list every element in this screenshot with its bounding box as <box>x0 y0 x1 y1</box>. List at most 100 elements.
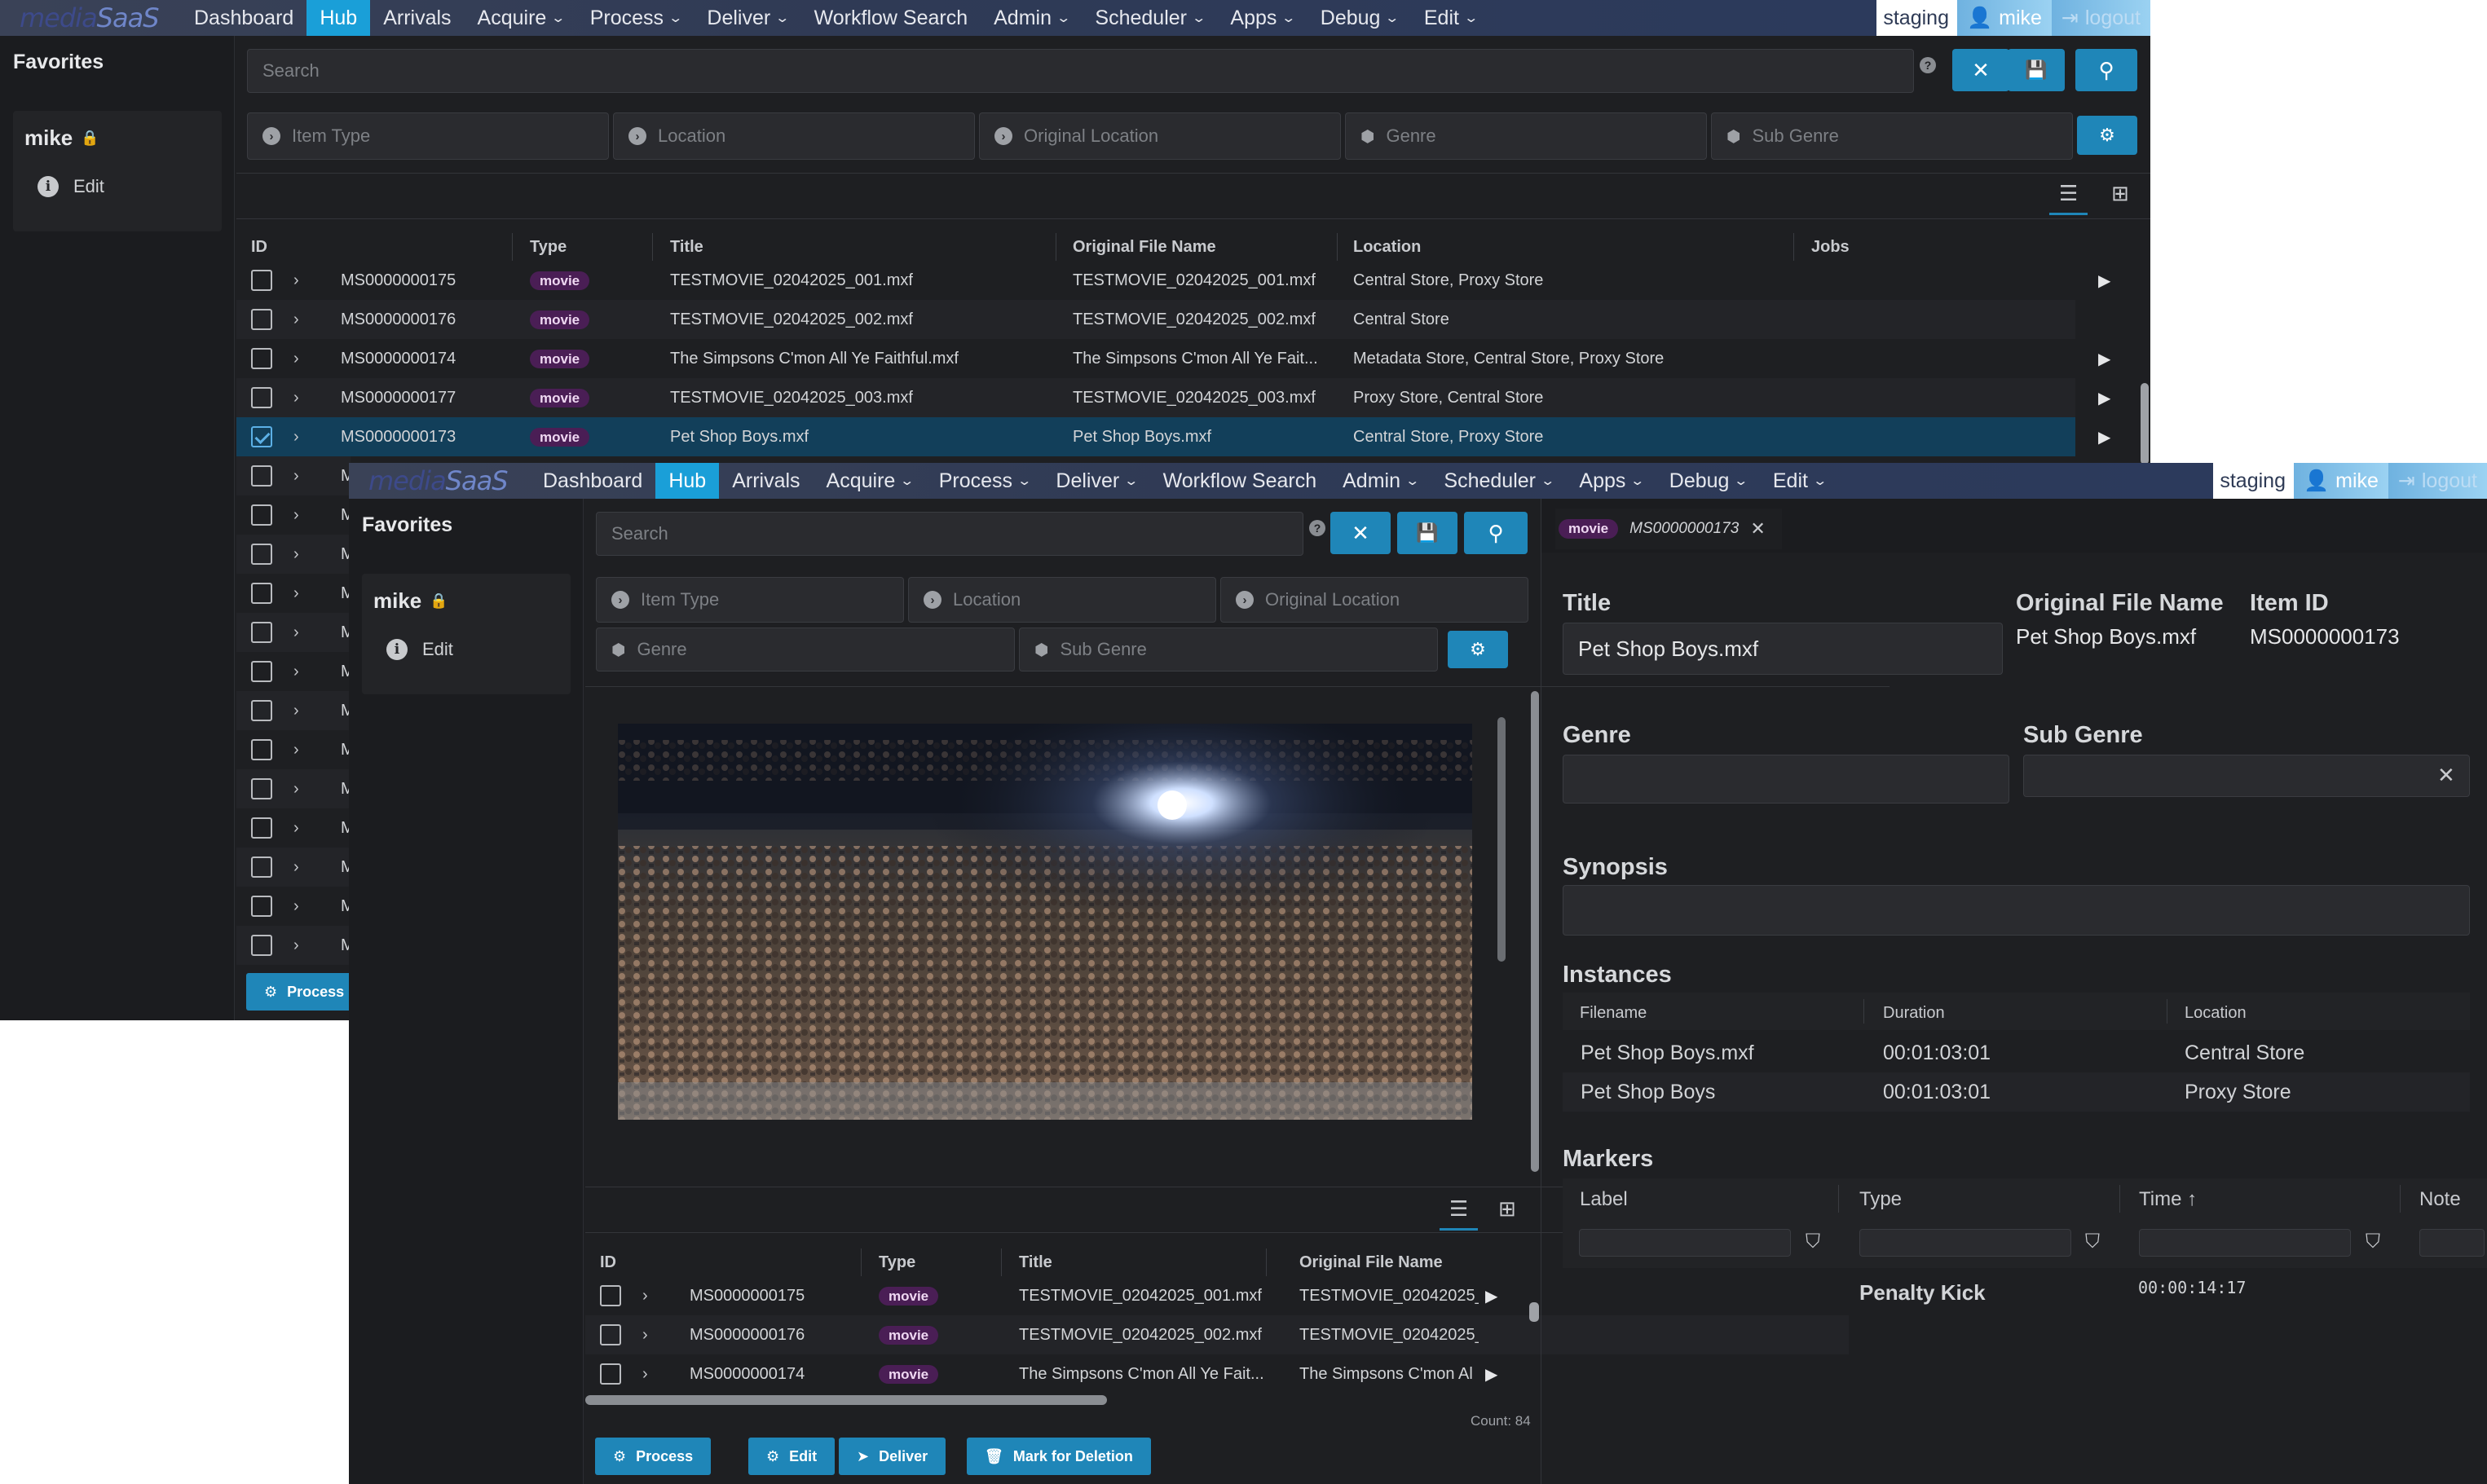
search-input[interactable]: Search <box>247 49 1914 93</box>
table-row[interactable]: › MS0000000174 movie The Simpsons C'mon … <box>236 339 2110 378</box>
panel-scrollbar[interactable] <box>1531 691 1539 1172</box>
search-input[interactable]: Search <box>596 512 1303 556</box>
nav-hub[interactable]: Hub <box>306 0 371 36</box>
nav-deliver[interactable]: Deliver ⌄ <box>1043 463 1149 499</box>
list-view-icon[interactable]: ☰ <box>1440 1196 1479 1231</box>
table-row[interactable]: › M <box>236 535 355 574</box>
expand-row-icon[interactable]: › <box>293 271 299 290</box>
nav-arrivals[interactable]: Arrivals <box>719 463 813 499</box>
row-checkbox[interactable] <box>600 1363 621 1385</box>
column-header-original-file-name[interactable]: Original File Name <box>1073 238 1216 257</box>
expand-row-icon[interactable]: › <box>293 428 299 447</box>
nav-apps[interactable]: Apps ⌄ <box>1566 463 1656 499</box>
detail-tab[interactable]: movie MS0000000173 ✕ <box>1555 509 1782 549</box>
table-row[interactable]: › M <box>236 730 355 769</box>
table-row[interactable]: › M <box>236 652 355 691</box>
column-separator[interactable] <box>1863 999 1864 1024</box>
column-separator[interactable] <box>1266 1248 1267 1276</box>
edit-button[interactable]: ⚙ Edit <box>748 1438 836 1475</box>
play-icon[interactable]: ▶ <box>2098 349 2110 369</box>
search-button[interactable]: ⚲ <box>2075 49 2137 91</box>
nav-hub[interactable]: Hub <box>655 463 720 499</box>
nav-apps[interactable]: Apps ⌄ <box>1217 0 1307 36</box>
favorite-edit[interactable]: i Edit <box>386 639 453 660</box>
column-header-jobs[interactable]: Jobs <box>1811 238 1850 257</box>
column-header-location[interactable]: Location <box>1353 238 1421 257</box>
table-row[interactable]: › M <box>236 769 355 808</box>
favorite-edit[interactable]: i Edit <box>37 176 104 197</box>
filter-icon[interactable]: ⛉ <box>2085 1231 2100 1253</box>
row-checkbox[interactable] <box>251 896 272 917</box>
table-row-selected[interactable]: › MS0000000173 movie Pet Shop Boys.mxf P… <box>236 417 2110 456</box>
process-button[interactable]: ⚙ Process <box>246 973 363 1011</box>
table-row[interactable]: › MS0000000177 movie TESTMOVIE_02042025_… <box>236 378 2110 417</box>
nav-process[interactable]: Process ⌄ <box>926 463 1043 499</box>
nav-edit[interactable]: Edit ⌄ <box>1760 463 1839 499</box>
clear-sub-genre-icon[interactable]: ✕ <box>2437 763 2455 788</box>
column-separator[interactable] <box>1337 233 1338 261</box>
app-logo[interactable]: media SaaS <box>349 463 530 499</box>
expand-row-icon[interactable]: › <box>293 702 299 720</box>
column-separator[interactable] <box>512 233 513 261</box>
list-view-icon[interactable]: ☰ <box>2049 181 2088 215</box>
instances-header-duration[interactable]: Duration <box>1883 1004 1945 1023</box>
expand-row-icon[interactable]: › <box>293 623 299 642</box>
table-row[interactable]: › M <box>236 848 355 887</box>
deliver-button[interactable]: ➤ Deliver <box>839 1438 946 1475</box>
markers-header-label[interactable]: Label <box>1580 1188 1628 1211</box>
table-row[interactable]: › M <box>236 887 355 926</box>
expand-row-icon[interactable]: › <box>293 467 299 486</box>
nav-acquire[interactable]: Acquire ⌄ <box>465 0 577 36</box>
expand-row-icon[interactable]: › <box>293 819 299 838</box>
process-button[interactable]: ⚙ Process <box>595 1438 712 1475</box>
marker-row[interactable]: Penalty Kick 00:00:14:17 <box>1563 1270 2487 1315</box>
grid-view-icon[interactable]: ⊞ <box>1498 1196 1516 1222</box>
expand-row-icon[interactable]: › <box>293 584 299 603</box>
synopsis-input[interactable] <box>1563 885 2470 936</box>
expand-row-icon[interactable]: › <box>293 350 299 368</box>
row-checkbox[interactable] <box>251 622 272 643</box>
markers-header-time[interactable]: Time ↑ <box>2139 1188 2197 1211</box>
user-menu[interactable]: 👤 mike <box>2293 463 2388 499</box>
row-checkbox[interactable] <box>600 1285 621 1306</box>
favorite-user[interactable]: mike 🔒 <box>373 588 448 614</box>
filter-sub-genre[interactable]: ⬢ Sub Genre <box>1711 112 2073 160</box>
column-separator[interactable] <box>861 1248 862 1276</box>
filter-item-type[interactable]: › Item Type <box>247 112 609 160</box>
nav-arrivals[interactable]: Arrivals <box>370 0 464 36</box>
filter-genre[interactable]: ⬢ Genre <box>596 628 1015 672</box>
table-row[interactable]: › MS0000000176 movie TESTMOVIE_02042025_… <box>585 1315 1849 1354</box>
column-header-id[interactable]: ID <box>251 238 267 257</box>
clear-search-button[interactable]: ✕ <box>1330 512 1391 554</box>
table-row[interactable]: › MS0000000174 movie The Simpsons C'mon … <box>585 1354 1849 1394</box>
nav-debug[interactable]: Debug ⌄ <box>1307 0 1411 36</box>
column-separator[interactable] <box>1001 1248 1002 1276</box>
expand-row-icon[interactable]: › <box>293 858 299 877</box>
table-row[interactable]: › M <box>236 574 355 613</box>
table-row[interactable]: › MS0000000175 movie TESTMOVIE_02042025_… <box>236 261 2110 300</box>
nav-admin[interactable]: Admin ⌄ <box>981 0 1082 36</box>
search-button[interactable]: ⚲ <box>1464 512 1528 554</box>
clear-search-button[interactable]: ✕ <box>1952 49 2009 91</box>
play-icon[interactable]: ▶ <box>1485 1286 1497 1306</box>
preview-scrollbar[interactable] <box>1497 717 1506 962</box>
app-logo[interactable]: media SaaS <box>0 0 181 36</box>
column-header-original-file-name[interactable]: Original File Name <box>1299 1253 1443 1272</box>
nav-debug[interactable]: Debug ⌄ <box>1656 463 1760 499</box>
column-header-title[interactable]: Title <box>670 238 703 257</box>
mark-for-deletion-button[interactable]: 🗑 Mark for Deletion <box>967 1438 1151 1475</box>
row-checkbox[interactable] <box>251 661 272 682</box>
expand-row-icon[interactable]: › <box>642 1287 648 1306</box>
nav-deliver[interactable]: Deliver ⌄ <box>694 0 800 36</box>
expand-row-icon[interactable]: › <box>293 936 299 955</box>
nav-edit[interactable]: Edit ⌄ <box>1411 0 1490 36</box>
nav-admin[interactable]: Admin ⌄ <box>1329 463 1431 499</box>
row-checkbox[interactable] <box>251 465 272 487</box>
nav-acquire[interactable]: Acquire ⌄ <box>814 463 926 499</box>
save-search-button[interactable]: 💾 <box>2008 49 2065 91</box>
marker-type-filter[interactable] <box>1859 1229 2071 1257</box>
expand-row-icon[interactable]: › <box>642 1326 648 1345</box>
table-row[interactable]: › M <box>236 456 355 495</box>
row-checkbox[interactable] <box>251 817 272 839</box>
row-checkbox[interactable] <box>251 504 272 526</box>
